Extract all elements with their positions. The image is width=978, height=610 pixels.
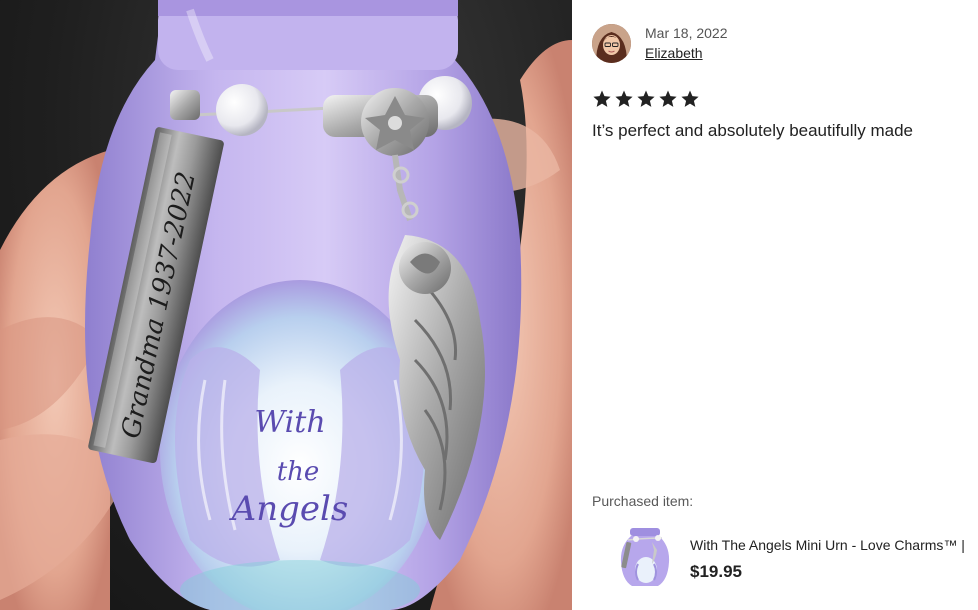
reviewer-avatar-image xyxy=(592,24,631,63)
review-photo[interactable]: With the Angels Grandma 1937-2022 xyxy=(0,0,572,610)
star-rating xyxy=(592,89,700,109)
review-text: It’s perfect and absolutely beautifully … xyxy=(592,121,913,140)
reviewer-name-link[interactable]: Elizabeth xyxy=(645,45,703,61)
star-icon xyxy=(593,90,611,107)
purchased-item-label: Purchased item: xyxy=(592,493,694,509)
review-date: Mar 18, 2022 xyxy=(645,25,728,41)
urn-text-line3: Angels xyxy=(229,489,349,529)
urn-thumbnail-image xyxy=(620,528,670,586)
purchased-item-link[interactable]: With The Angels Mini Urn - Love Charms™ … xyxy=(592,521,978,593)
star-icon xyxy=(681,90,699,107)
urn-photo-illustration: With the Angels Grandma 1937-2022 xyxy=(0,0,572,610)
review-photo-viewer: With the Angels Grandma 1937-2022 Mar 18… xyxy=(0,0,978,610)
avatar[interactable] xyxy=(592,24,631,63)
purchased-item-price: $19.95 xyxy=(690,562,742,581)
purchased-item-title[interactable]: With The Angels Mini Urn - Love Charms™ … xyxy=(690,537,965,553)
star-icon xyxy=(659,90,677,107)
purchased-item-thumbnail[interactable] xyxy=(614,524,674,588)
star-icon xyxy=(615,90,633,107)
star-icon xyxy=(637,90,655,107)
urn-text-line1: With xyxy=(254,405,325,440)
review-panel: Mar 18, 2022 Elizabeth It’s perfect and … xyxy=(572,0,978,610)
urn-text-line2: the xyxy=(277,457,320,487)
